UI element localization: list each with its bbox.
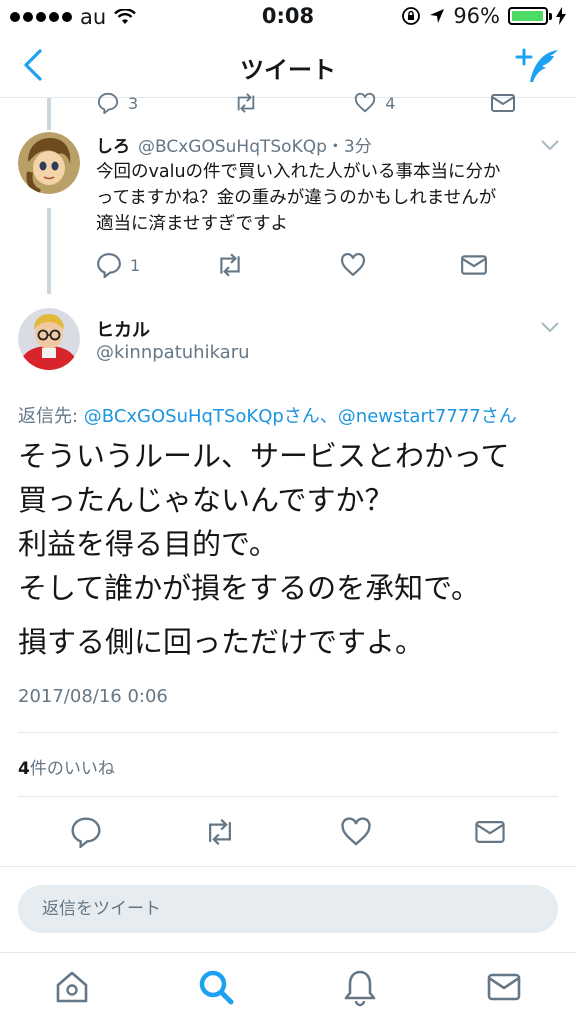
home-icon[interactable] xyxy=(52,967,92,1007)
tweet-text: そういうルール、サービスとわかって 買ったんじゃないんですか？ 利益を得る目的で… xyxy=(18,434,566,664)
retweet-icon[interactable] xyxy=(233,92,259,114)
likes-count: 4 xyxy=(18,759,30,779)
tweet-text-line: そういうルール、サービスとわかって xyxy=(18,439,510,473)
chevron-down-icon[interactable] xyxy=(540,138,560,152)
thread-connector xyxy=(47,98,51,130)
reply-input[interactable] xyxy=(18,885,558,933)
tweet-text-line: 買ったんじゃないんですか？ xyxy=(18,483,394,517)
location-icon xyxy=(430,9,445,23)
tweet-time: ・3分 xyxy=(326,137,372,157)
thread-connector xyxy=(47,208,51,294)
orientation-lock-icon xyxy=(402,7,421,25)
tweet-timestamp: 2017/08/16 0:06 xyxy=(18,686,168,707)
like-action[interactable]: 4 xyxy=(353,92,395,114)
page-title: ツイート xyxy=(240,56,336,84)
reply-bar xyxy=(0,866,576,952)
divider xyxy=(18,732,558,733)
direct-message-icon[interactable] xyxy=(460,252,488,278)
tweet-text-line: ってますかね？金の重みが違うのかもしれませんが xyxy=(96,188,497,208)
author-name[interactable]: ヒカル xyxy=(96,316,150,342)
likes-label: 件のいいね xyxy=(29,759,115,779)
tweet-text-line: 利益を得る目的で。 xyxy=(18,527,278,561)
heart-icon[interactable] xyxy=(340,252,366,278)
tweet-actions: 1 xyxy=(96,250,496,280)
notifications-icon[interactable] xyxy=(340,967,380,1007)
reply-action[interactable]: 1 xyxy=(96,252,140,278)
heart-icon xyxy=(355,92,376,113)
like-count: 4 xyxy=(385,93,396,113)
tweet-text-line: 損する側に回っただけですよ。 xyxy=(18,625,425,659)
tab-bar xyxy=(0,952,576,1024)
status-bar: au 0:08 96% xyxy=(0,0,576,34)
battery-percent: 96% xyxy=(453,4,500,28)
tweet-text-line: そして誰かが損をするのを承知で。 xyxy=(18,571,480,605)
search-icon[interactable] xyxy=(196,967,236,1007)
navigation-bar: ツイート xyxy=(0,34,576,98)
direct-message-icon[interactable] xyxy=(474,816,506,848)
retweet-icon[interactable] xyxy=(216,252,244,278)
avatar[interactable] xyxy=(18,132,80,194)
divider xyxy=(18,796,558,797)
tweet-text: 今回のvaluの件で買い入れた人がいる事本当に分か ってますかね？金の重みが違う… xyxy=(96,159,556,237)
battery-icon xyxy=(508,7,552,25)
main-tweet-actions xyxy=(0,812,576,852)
direct-message-icon[interactable] xyxy=(490,92,516,114)
chevron-down-icon[interactable] xyxy=(540,320,560,334)
reply-action[interactable]: 3 xyxy=(96,92,138,114)
author-name[interactable]: しろ xyxy=(96,137,130,157)
messages-icon[interactable] xyxy=(484,967,524,1007)
reply-icon[interactable] xyxy=(70,816,102,848)
previous-tweet-actions: 3 4 xyxy=(96,92,516,114)
heart-icon[interactable] xyxy=(340,816,372,848)
reply-to-label: 返信先: xyxy=(18,406,84,427)
reply-to-mentions[interactable]: @BCxGOSuHqTSoKQpさん、@newstart7777さん xyxy=(84,406,517,427)
reply-icon xyxy=(97,92,119,114)
compose-tweet-icon[interactable] xyxy=(514,44,562,88)
charging-icon xyxy=(556,7,566,25)
author-handle[interactable]: @BCxGOSuHqTSoKQp xyxy=(138,137,327,157)
reply-count: 3 xyxy=(128,93,139,113)
retweet-icon[interactable] xyxy=(204,816,236,848)
tweet-text-line: 今回のvaluの件で買い入れた人がいる事本当に分か xyxy=(96,162,501,182)
reply-count: 1 xyxy=(130,255,141,275)
reply-to-line: 返信先: @BCxGOSuHqTSoKQpさん、@newstart7777さん xyxy=(18,402,517,428)
tweet-text-line: 適当に済ませすぎですよ xyxy=(96,214,288,234)
avatar[interactable] xyxy=(18,308,80,370)
author-handle[interactable]: @kinnpatuhikaru xyxy=(96,342,250,363)
likes-summary[interactable]: 4件のいいね xyxy=(18,754,115,779)
reply-icon xyxy=(97,253,121,278)
